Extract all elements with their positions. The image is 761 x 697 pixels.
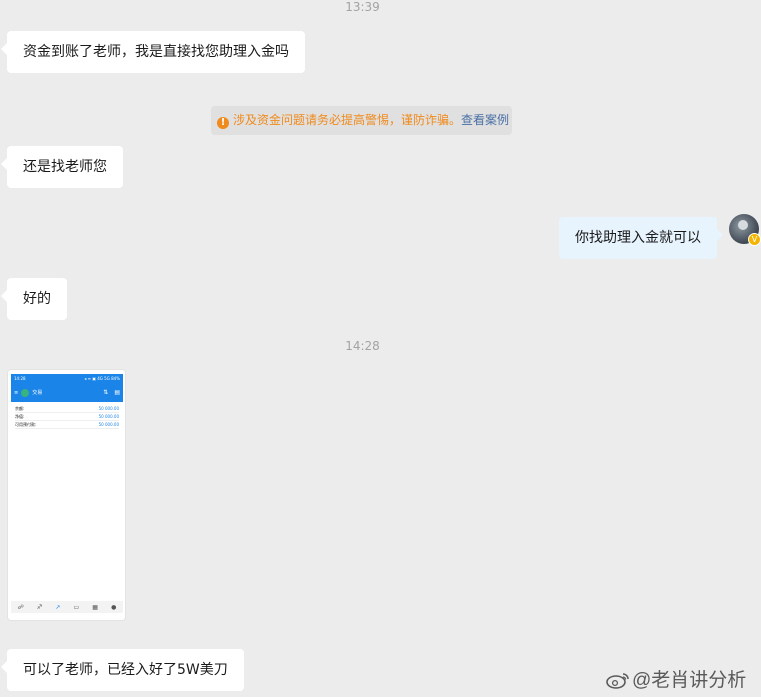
watermark-text: @老肖讲分析 xyxy=(632,670,747,691)
chart-tab-icon: ♐ xyxy=(36,603,43,611)
message-bubble[interactable]: 可以了老师，已经入好了5W美刀 xyxy=(1,649,244,691)
account-row: 净值: 50 000.00 xyxy=(15,413,119,421)
quotes-tab-icon: ☍ xyxy=(17,603,24,611)
view-cases-link[interactable]: 查看案例 xyxy=(461,113,509,127)
message-text: 好的 xyxy=(23,291,51,307)
message-text: 资金到账了老师，我是直接找您助理入金吗 xyxy=(23,44,289,60)
phone-screenshot: 14:28 ◂ ≡ ▣ 4G 5G 84% ≡ 交易 ⇅ ▤ 余额: 50 00… xyxy=(11,374,123,618)
app-logo-icon xyxy=(21,388,30,397)
image-message[interactable]: 14:28 ◂ ≡ ▣ 4G 5G 84% ≡ 交易 ⇅ ▤ 余额: 50 00… xyxy=(7,369,126,621)
account-row: 余额: 50 000.00 xyxy=(15,405,119,413)
avatar[interactable]: V xyxy=(729,214,761,246)
warning-text: 涉及资金问题请务必提高警惕，谨防诈骗。 xyxy=(233,113,462,127)
menu-icon: ≡ xyxy=(14,389,19,396)
warning-icon: ! xyxy=(217,117,229,129)
news-tab-icon: ▦ xyxy=(92,603,98,611)
phone-tab-bar: ☍ ♐ ↗ ▭ ▦ ● xyxy=(11,601,123,613)
phone-status-icons: ◂ ≡ ▣ 4G 5G 84% xyxy=(84,376,120,381)
account-row: 可用预付款: 50 000.00 xyxy=(15,421,119,429)
message-text: 你找助理入金就可以 xyxy=(575,230,701,246)
row-label: 余额: xyxy=(15,406,25,411)
phone-app-title: 交易 xyxy=(32,390,43,396)
watermark: @老肖讲分析 xyxy=(606,665,746,692)
timestamp: 14:28 xyxy=(345,339,380,353)
phone-app-bar: ≡ 交易 ⇅ ▤ xyxy=(11,383,123,402)
fraud-warning-notice: ! 涉及资金问题请务必提高警惕，谨防诈骗。查看案例 xyxy=(211,106,512,135)
weibo-logo-icon xyxy=(606,673,629,689)
row-label: 可用预付款: xyxy=(15,422,37,427)
timestamp: 13:39 xyxy=(345,0,380,14)
document-icon: ▤ xyxy=(114,389,120,396)
phone-status-bar: 14:28 ◂ ≡ ▣ 4G 5G 84% xyxy=(11,374,123,383)
message-bubble[interactable]: 资金到账了老师，我是直接找您助理入金吗 xyxy=(1,31,305,73)
row-value: 50 000.00 xyxy=(98,414,119,419)
message-text: 可以了老师，已经入好了5W美刀 xyxy=(23,662,228,678)
message-tab-icon: ● xyxy=(111,603,117,611)
message-bubble[interactable]: 还是找老师您 xyxy=(1,146,123,188)
row-label: 净值: xyxy=(15,414,25,419)
verified-badge-icon: V xyxy=(748,233,761,246)
avatar-figure xyxy=(738,220,748,230)
row-value: 50 000.00 xyxy=(98,422,119,427)
history-tab-icon: ▭ xyxy=(73,603,80,611)
message-text: 还是找老师您 xyxy=(23,159,107,175)
account-rows: 余额: 50 000.00 净值: 50 000.00 可用预付款: 50 00… xyxy=(11,402,123,429)
row-value: 50 000.00 xyxy=(98,406,119,411)
phone-time: 14:28 xyxy=(14,376,26,381)
sort-icon: ⇅ xyxy=(103,389,109,396)
trade-tab-icon: ↗ xyxy=(55,603,61,611)
message-bubble-self[interactable]: 你找助理入金就可以 xyxy=(559,217,723,259)
message-bubble[interactable]: 好的 xyxy=(1,278,67,320)
